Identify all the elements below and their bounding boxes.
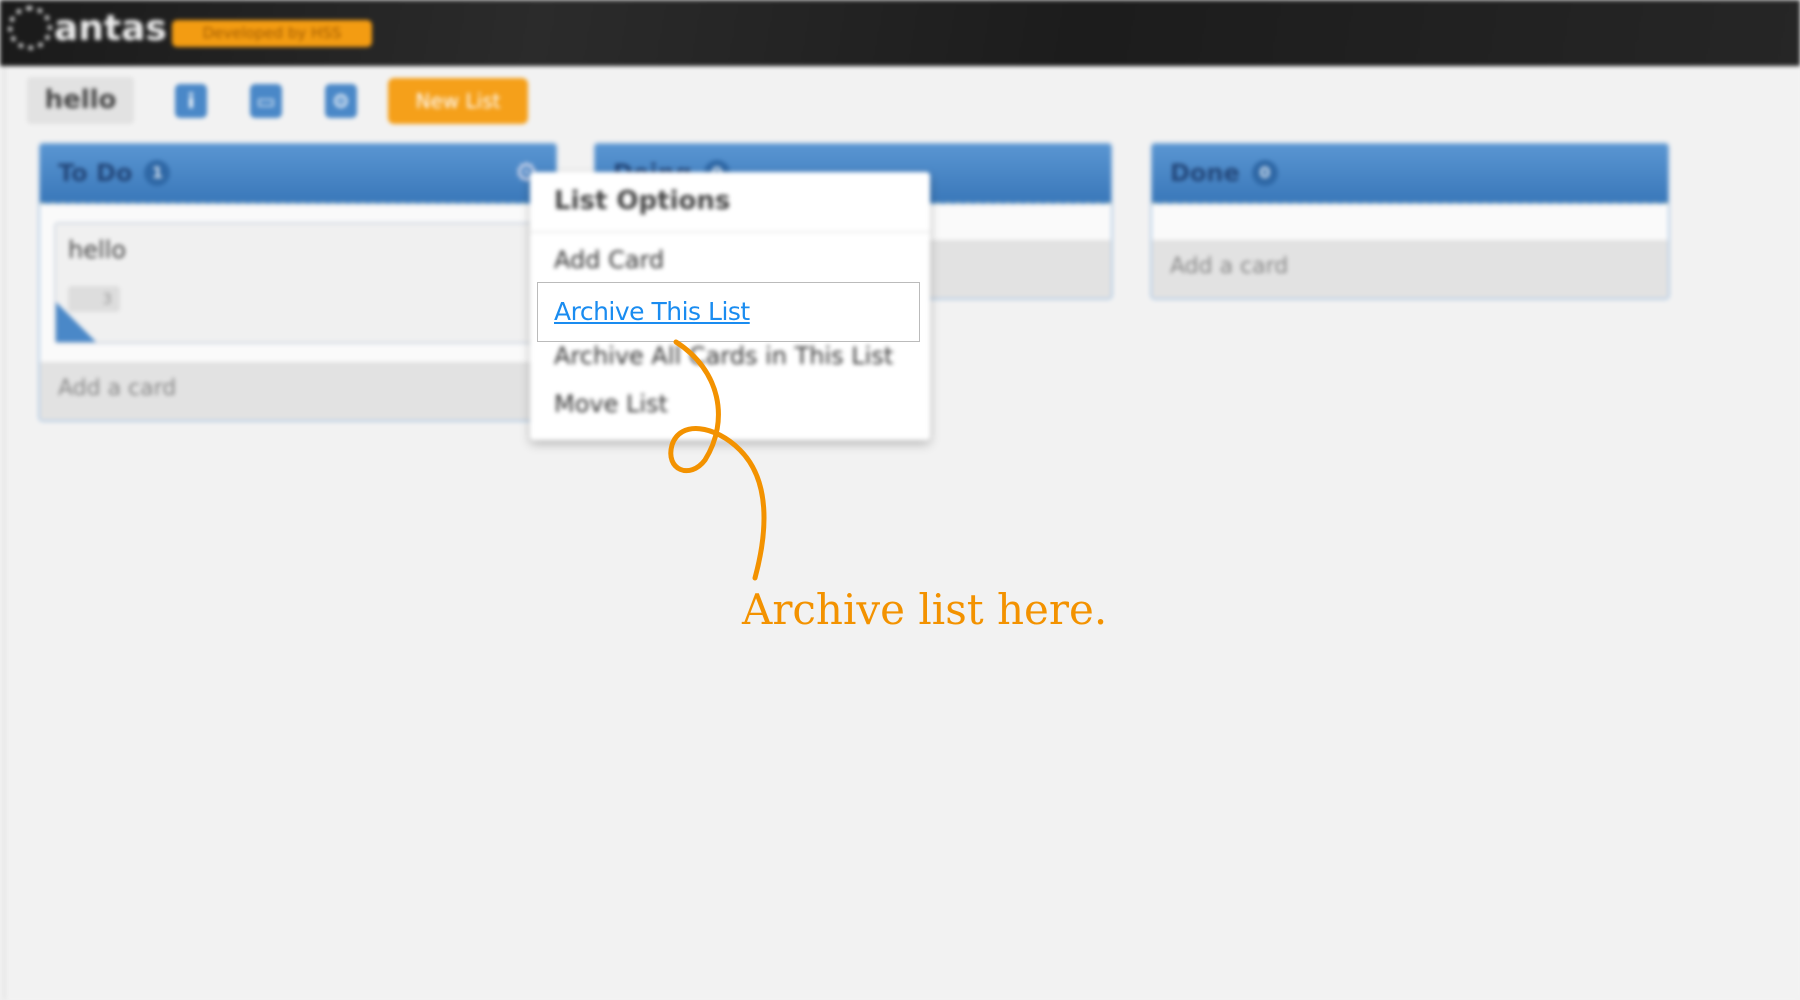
annotation-arrow: [668, 339, 767, 581]
annotation-text: Archive list here.: [742, 585, 1108, 634]
